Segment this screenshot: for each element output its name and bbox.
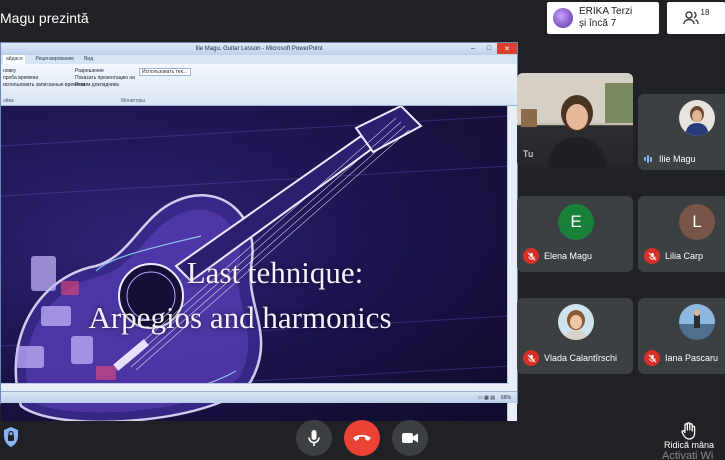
avatar xyxy=(679,304,715,340)
ribbon-item[interactable]: Показать презентацию на xyxy=(75,75,135,82)
participant-name-text: Iana Pascaru xyxy=(665,353,719,363)
slide-title: Last tehnique: xyxy=(186,255,364,290)
participant-tile-vlada-calantirschi[interactable]: Vlada Calantîrschi xyxy=(517,298,633,374)
resolution-select[interactable]: Использовать тек... xyxy=(139,68,191,76)
maximize-icon[interactable]: □ xyxy=(481,43,497,54)
mic-off-icon xyxy=(644,350,660,366)
avatar: L xyxy=(679,204,715,240)
ribbon-group-label: ойка xyxy=(3,98,14,104)
pp-tab-review[interactable]: Рецензирование xyxy=(35,55,74,64)
people-button[interactable]: 18 xyxy=(667,2,725,34)
camera-icon xyxy=(402,433,418,443)
microphone-button[interactable] xyxy=(296,420,332,456)
raise-hand-icon[interactable] xyxy=(681,422,697,440)
close-icon[interactable]: ✕ xyxy=(497,43,517,54)
participant-name-text: Lilia Carp xyxy=(665,251,704,261)
avatar: E xyxy=(558,204,594,240)
participant-tile-elena-magu[interactable]: E Elena Magu xyxy=(517,196,633,272)
hang-up-icon xyxy=(353,435,371,441)
participant-name-text: Tu xyxy=(523,149,534,159)
pp-horizontal-scrollbar[interactable] xyxy=(1,383,509,391)
participant-name-text: Ilie Magu xyxy=(659,154,696,164)
participant-name-text: Elena Magu xyxy=(544,251,593,261)
presenter-title: Magu prezintă xyxy=(0,10,89,26)
shield-icon[interactable] xyxy=(2,426,20,448)
pp-window-buttons: – □ ✕ xyxy=(465,43,517,55)
mic-off-icon xyxy=(644,248,660,264)
self-video xyxy=(517,73,633,167)
participant-name-text: Vlada Calantîrschi xyxy=(544,353,618,363)
avatar-image xyxy=(558,304,594,340)
raise-hand-label[interactable]: Ridică mâna xyxy=(664,440,714,450)
notification-line1: ERIKA Terzi xyxy=(579,6,633,17)
ribbon-setup-group: новку проба времени использовать записан… xyxy=(3,68,85,89)
mic-off-icon xyxy=(523,350,539,366)
avatar xyxy=(558,304,594,340)
participant-tile-self[interactable]: Tu xyxy=(517,73,633,167)
participant-tile-iana-pascaru[interactable]: Iana Pascaru xyxy=(638,298,725,374)
ribbon-item[interactable]: использовать записанные времена xyxy=(3,82,85,89)
shared-presentation: Ilie Magu. Guitar Lesson - Microsoft Pow… xyxy=(0,42,518,421)
participant-tile-lilia-carp[interactable]: L Lilia Carp xyxy=(638,196,725,272)
mic-off-icon xyxy=(523,248,539,264)
activate-windows-watermark: Activați Wi xyxy=(662,450,714,460)
participant-tile-ilie-magu[interactable]: Ilie Magu xyxy=(638,94,725,170)
participant-name: Lilia Carp xyxy=(644,248,703,264)
participant-name: Iana Pascaru xyxy=(644,350,718,366)
pp-window-title: Ilie Magu. Guitar Lesson - Microsoft Pow… xyxy=(195,46,323,52)
ribbon-monitors-group: Разрешение Показать презентацию на Режим… xyxy=(75,68,135,89)
ribbon-item[interactable]: проба времени xyxy=(3,75,85,82)
pp-vertical-scrollbar[interactable] xyxy=(507,106,517,421)
avatar-image xyxy=(679,100,715,136)
minimize-icon[interactable]: – xyxy=(465,43,481,54)
avatar-image xyxy=(679,304,715,340)
pp-tab-view[interactable]: Вид xyxy=(84,55,93,64)
microphone-icon xyxy=(308,430,320,446)
pp-ribbon: новку проба времени использовать записан… xyxy=(1,64,517,106)
pp-statusbar: ▭ ▦ ▤ 66% xyxy=(1,391,517,403)
people-icon xyxy=(682,11,699,25)
notification-text: ERIKA Terzi și încă 7 xyxy=(579,6,632,30)
participant-name: Tu xyxy=(523,149,533,159)
ribbon-item[interactable]: Режим докладчика xyxy=(75,82,135,89)
participant-name: Vlada Calantîrschi xyxy=(523,350,617,366)
participant-name: Elena Magu xyxy=(523,248,592,264)
avatar xyxy=(679,100,715,136)
notification-avatar xyxy=(553,8,573,28)
join-notification[interactable]: ERIKA Terzi și încă 7 xyxy=(547,2,659,34)
camera-button[interactable] xyxy=(392,420,428,456)
pp-titlebar: Ilie Magu. Guitar Lesson - Microsoft Pow… xyxy=(1,43,517,55)
zoom-level[interactable]: 66% xyxy=(501,395,511,401)
slide-canvas: Last tehnique: Arpegios and harmonics xyxy=(1,106,509,421)
view-buttons[interactable]: ▭ ▦ ▤ xyxy=(478,395,495,401)
ribbon-item[interactable]: Разрешение xyxy=(75,68,135,75)
pp-tab-slideshow[interactable]: айдася xyxy=(3,55,26,64)
meet-window: Magu prezintă ERIKA Terzi și încă 7 18 I… xyxy=(0,0,725,460)
ribbon-item[interactable]: новку xyxy=(3,68,85,75)
pp-ribbon-tabs: айдася Рецензирование Вид xyxy=(1,55,517,64)
notification-line2: și încă 7 xyxy=(579,18,617,29)
speaking-indicator-icon xyxy=(644,154,654,164)
top-right-area: ERIKA Terzi și încă 7 18 xyxy=(547,2,725,34)
leave-call-button[interactable] xyxy=(344,420,380,456)
slide-subtitle: Arpegios and harmonics xyxy=(88,300,392,335)
participant-name: Ilie Magu xyxy=(644,154,696,164)
ribbon-group-label: Мониторы xyxy=(121,98,145,104)
people-count: 18 xyxy=(700,7,710,17)
